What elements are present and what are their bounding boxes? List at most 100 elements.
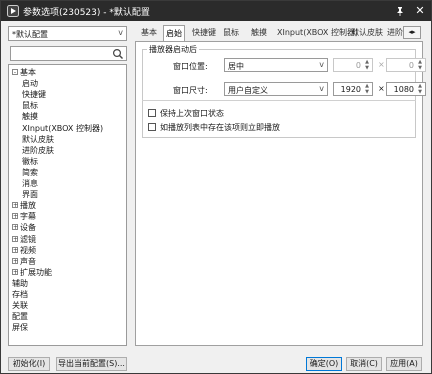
tree-item[interactable]: + 播放	[12, 201, 36, 211]
tree-item[interactable]: 辅助	[12, 279, 28, 289]
tree-item-label: 基本	[20, 68, 36, 77]
tree-item[interactable]: 关联	[12, 301, 28, 311]
tree-item[interactable]: + 声音	[12, 257, 36, 267]
tree-item[interactable]: 存档	[12, 290, 28, 300]
window-position-select[interactable]: 居中 v	[224, 58, 328, 72]
collapse-icon[interactable]: -	[12, 69, 18, 76]
tree-item[interactable]: 界面	[22, 190, 38, 200]
tree-item[interactable]: 简索	[22, 168, 38, 178]
apply-button[interactable]: 应用(A)	[386, 357, 422, 371]
profile-select-value: *默认配置	[12, 30, 48, 39]
profile-select[interactable]: *默认配置 v	[8, 26, 127, 41]
tree-item-label: 鼠标	[22, 101, 38, 111]
tab-startup[interactable]: 启始	[163, 25, 185, 41]
tree-item-label: 界面	[22, 190, 38, 200]
window-position-label: 窗口位置:	[173, 62, 208, 71]
tab-touch[interactable]: 触摸	[249, 25, 269, 41]
keep-last-state-checkbox[interactable]: 保持上次窗口状态	[148, 108, 224, 119]
window-size-height[interactable]: 1080 ▲ ▼	[386, 82, 426, 96]
spinner-arrows-icon: ▲ ▼	[418, 59, 422, 71]
window-position-x[interactable]: 0 ▲ ▼	[333, 58, 373, 72]
expand-icon[interactable]: +	[12, 235, 18, 242]
settings-tree[interactable]: - 基本 启动 快捷键 鼠标 触摸 XInput(XBOX 控制器) 默认皮肤 进阶皮肤 徽标 简索…	[8, 64, 127, 346]
window-size-width[interactable]: 1920 ▲ ▼	[333, 82, 373, 96]
spinner-arrows-icon: ▲ ▼	[365, 83, 369, 95]
tree-item-label: 声音	[20, 256, 36, 266]
play-if-in-list-checkbox[interactable]: 如播放列表中存在该项则立即播放	[148, 122, 280, 133]
position-x-value: 0	[355, 61, 361, 70]
spinner-arrows-icon: ▲ ▼	[418, 83, 422, 95]
tree-item-label: XInput(XBOX 控制器)	[22, 123, 104, 133]
tree-item[interactable]: 配置	[12, 312, 28, 322]
tab-bar: 基本 启始 快捷键 鼠标 触摸 XInput(XBOX 控制器) 默认皮肤 进阶	[135, 25, 417, 41]
cancel-button[interactable]: 取消(C)	[346, 357, 382, 371]
window-size-label: 窗口尺寸:	[173, 86, 208, 95]
tree-item[interactable]: 触摸	[22, 112, 38, 122]
tree-item[interactable]: 消息	[22, 179, 38, 189]
tree-item[interactable]: - 基本	[12, 68, 36, 78]
pin-icon[interactable]	[392, 3, 408, 19]
tree-item[interactable]: + 滤镜	[12, 235, 36, 245]
position-y-value: 0	[408, 61, 414, 70]
tree-item-label: 徽标	[22, 156, 38, 166]
search-icon	[112, 48, 124, 60]
tree-item-label: 进阶皮肤	[22, 145, 54, 155]
times-symbol: ×	[378, 60, 385, 69]
tree-item-label: 启动	[22, 79, 38, 89]
tree-item-label: 扩展功能	[20, 267, 52, 277]
tree-item-label: 触摸	[22, 112, 38, 122]
title-bar: 参数选项(230523) - *默认配置 ✕	[1, 1, 431, 21]
size-height-value: 1080	[393, 85, 414, 94]
tab-basic[interactable]: 基本	[139, 25, 159, 41]
tree-item-label: 存档	[12, 290, 28, 299]
divider	[142, 100, 416, 101]
search-input[interactable]	[10, 46, 127, 61]
tree-item-label: 播放	[20, 201, 36, 211]
tree-item[interactable]: 屏保	[12, 323, 28, 333]
tree-item[interactable]: 快捷键	[22, 90, 46, 100]
tree-item-label: 简索	[22, 167, 38, 177]
window-size-select[interactable]: 用户自定义 v	[224, 82, 328, 96]
tree-item-label: 配置	[12, 312, 28, 322]
tree-item-label: 滤镜	[20, 234, 36, 244]
tree-item[interactable]: 鼠标	[22, 101, 38, 111]
expand-icon[interactable]: +	[12, 268, 18, 275]
spinner-arrows-icon: ▲ ▼	[365, 59, 369, 71]
tree-item[interactable]: + 设备	[12, 223, 36, 233]
expand-icon[interactable]: +	[12, 202, 18, 209]
expand-icon[interactable]: +	[12, 224, 18, 231]
ok-button[interactable]: 确定(O)	[306, 357, 342, 371]
tree-item[interactable]: 徽标	[22, 157, 38, 167]
chevron-down-icon: v	[319, 84, 324, 93]
tab-advanced[interactable]: 进阶	[385, 25, 405, 41]
window-position-y[interactable]: 0 ▲ ▼	[386, 58, 426, 72]
close-button[interactable]: ✕	[412, 3, 428, 19]
tab-default-skin[interactable]: 默认皮肤	[349, 25, 385, 41]
times-symbol: ×	[378, 84, 385, 93]
tree-item-label: 消息	[22, 179, 38, 188]
tree-item-label: 设备	[20, 223, 36, 233]
tree-item[interactable]: 默认皮肤	[22, 135, 54, 145]
expand-icon[interactable]: +	[12, 257, 18, 264]
checkbox-icon	[148, 123, 156, 131]
tree-item-label: 关联	[12, 301, 28, 311]
tab-scroll-arrows[interactable]: ◂▸	[403, 26, 421, 39]
tab-hotkeys[interactable]: 快捷键	[190, 25, 218, 41]
tree-item[interactable]: 启动	[22, 79, 38, 89]
app-icon	[7, 5, 19, 17]
tree-item[interactable]: + 视频	[12, 246, 36, 256]
chevron-down-icon: v	[118, 28, 123, 37]
group-title: 播放器启动后	[147, 44, 199, 55]
tree-item[interactable]: XInput(XBOX 控制器)	[22, 124, 103, 134]
tree-item[interactable]: + 扩展功能	[12, 268, 52, 278]
tab-xinput[interactable]: XInput(XBOX 控制器)	[275, 25, 360, 41]
export-config-button[interactable]: 导出当前配置(S)...	[56, 357, 127, 371]
tab-mouse[interactable]: 鼠标	[221, 25, 241, 41]
tree-item[interactable]: + 字幕	[12, 212, 36, 222]
window-position-value: 居中	[228, 62, 244, 71]
expand-icon[interactable]: +	[12, 213, 18, 220]
checkbox-icon	[148, 109, 156, 117]
expand-icon[interactable]: +	[12, 246, 18, 253]
tree-item[interactable]: 进阶皮肤	[22, 146, 54, 156]
init-button[interactable]: 初始化(I)	[8, 357, 50, 371]
